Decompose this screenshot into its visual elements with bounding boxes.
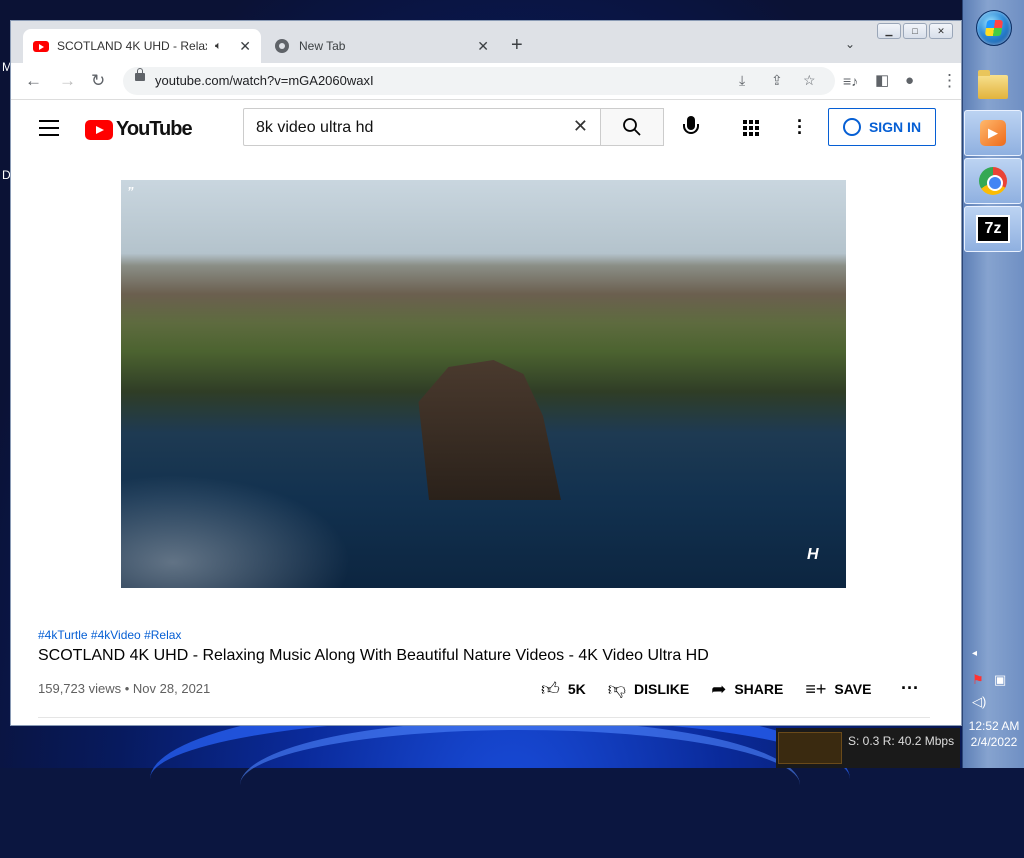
side-panel-icon[interactable]: ◧ [875, 71, 889, 91]
taskbar-media-player-button[interactable]: ▶ [964, 110, 1022, 156]
dislike-label: DISLIKE [634, 681, 690, 697]
clock-time: 12:52 AM [968, 719, 1020, 733]
apps-grid-icon[interactable] [743, 120, 759, 136]
video-hashtags[interactable]: #4kTurtle #4kVideo #Relax [38, 628, 181, 642]
reload-icon[interactable]: ↻ [91, 71, 105, 91]
new-tab-button[interactable]: + [511, 35, 523, 55]
youtube-play-icon [85, 119, 113, 140]
tab-title: New Tab [299, 39, 346, 53]
forward-arrow-icon[interactable]: → [59, 71, 76, 91]
search-icon [623, 118, 641, 136]
search-button[interactable] [600, 108, 664, 146]
chrome-favicon-icon [275, 39, 289, 53]
address-bar[interactable]: youtube.com/watch?v=mGA2060waxI ⤓ ⇪ ☆ [123, 67, 835, 95]
wallpaper-swirl [240, 720, 800, 850]
more-actions-icon[interactable]: ··· [901, 678, 919, 699]
window-controls: ▁ □ ✕ [877, 23, 953, 39]
save-label: SAVE [834, 681, 872, 697]
volume-icon[interactable]: ◁) [972, 694, 986, 710]
browser-window: SCOTLAND 4K UHD - Relaxing 🔈︎ ✕ New Tab … [10, 20, 962, 726]
account-icon [842, 118, 861, 136]
lock-icon[interactable] [135, 68, 145, 81]
network-icon[interactable]: ▣ [994, 672, 1006, 688]
save-button[interactable]: ≡+ SAVE [805, 679, 871, 700]
playlist-add-icon: ≡+ [805, 678, 827, 699]
tab-search-chevron-icon[interactable]: ⌄ [845, 37, 855, 51]
media-player-icon: ▶ [980, 120, 1006, 146]
like-count: 5K [567, 681, 586, 697]
tab-youtube[interactable]: SCOTLAND 4K UHD - Relaxing 🔈︎ ✕ [23, 29, 261, 63]
maximize-button[interactable]: □ [903, 23, 927, 39]
divider [38, 717, 930, 718]
thumbs-up-icon: 👍︎ [541, 679, 560, 699]
profile-icon[interactable]: ● [905, 71, 914, 91]
channel-watermark-bottom: H [807, 546, 819, 563]
chrome-icon [979, 167, 1007, 195]
bookmark-star-icon[interactable]: ☆ [803, 72, 816, 89]
upload-date: Nov 28, 2021 [132, 681, 211, 696]
settings-more-icon[interactable]: · · · [797, 112, 803, 142]
taskbar-explorer-button[interactable] [964, 64, 1022, 110]
clock-date: 2/4/2022 [970, 735, 1018, 749]
close-tab-icon[interactable]: ✕ [239, 38, 251, 55]
browser-toolbar: ← → ↻ youtube.com/watch?v=mGA2060waxI ⤓ … [11, 63, 961, 100]
minimize-button[interactable]: ▁ [877, 23, 901, 39]
video-meta: 159,723 views • Nov 28, 2021 [38, 681, 210, 696]
youtube-logo[interactable]: YouTube [85, 118, 193, 141]
taskbar-7zip-button[interactable]: 7z [964, 206, 1022, 252]
close-tab-icon[interactable]: ✕ [477, 38, 489, 55]
tab-strip: SCOTLAND 4K UHD - Relaxing 🔈︎ ✕ New Tab … [11, 21, 961, 63]
upload-rate: S: 0.3 [848, 734, 880, 748]
speaker-icon[interactable]: 🔈︎ [215, 40, 222, 53]
share-arrow-icon: ➦ [711, 678, 727, 699]
download-rate: R: 40.2 Mbps [882, 734, 955, 748]
share-page-icon[interactable]: ⇪ [771, 72, 783, 89]
meta-separator: • [124, 681, 133, 696]
seven-zip-icon: 7z [976, 215, 1010, 243]
show-hidden-icons-icon[interactable]: ◂ [972, 648, 977, 659]
view-count: 159,723 views [38, 681, 122, 696]
search-query[interactable]: 8k video ultra hd [256, 119, 373, 137]
browser-menu-icon[interactable]: ⋮ [941, 71, 958, 91]
youtube-wordmark: YouTube [116, 118, 193, 140]
video-frame-detail [418, 360, 561, 500]
youtube-favicon-icon [33, 40, 49, 52]
folder-icon [978, 70, 1008, 99]
thumbs-down-icon: 👎︎ [607, 679, 626, 699]
media-control-icon[interactable]: ≡♪ [843, 71, 858, 91]
dislike-button[interactable]: 👎︎ DISLIKE [608, 678, 690, 700]
back-arrow-icon[interactable]: ← [25, 71, 42, 91]
channel-watermark-top: ” [127, 184, 134, 199]
share-button[interactable]: ➦ SHARE [711, 679, 783, 700]
video-title: SCOTLAND 4K UHD - Relaxing Music Along W… [38, 647, 709, 664]
sign-in-label: SIGN IN [868, 119, 922, 135]
share-label: SHARE [734, 681, 784, 697]
tab-new-tab[interactable]: New Tab ✕ [265, 29, 499, 63]
voice-search-mic-icon[interactable] [679, 116, 703, 140]
clear-search-icon[interactable]: ✕ [573, 116, 588, 137]
install-app-icon[interactable]: ⤓ [739, 72, 745, 89]
clock[interactable]: 12:52 AM 2/4/2022 [964, 718, 1024, 750]
start-button[interactable] [976, 10, 1012, 46]
video-frame-detail [121, 460, 381, 588]
video-player[interactable]: ” H [121, 180, 846, 588]
network-meter-text: S: 0.3 R: 40.2 Mbps [848, 734, 954, 748]
url-text[interactable]: youtube.com/watch?v=mGA2060waxI [155, 73, 374, 88]
youtube-page: YouTube 8k video ultra hd ✕ · · · SIGN IN … [11, 100, 961, 725]
network-meter: S: 0.3 R: 40.2 Mbps [776, 728, 960, 768]
action-center-flag-icon[interactable]: ⚑ [972, 672, 984, 688]
tab-title: SCOTLAND 4K UHD - Relaxing [57, 39, 207, 53]
sign-in-button[interactable]: SIGN IN [828, 108, 936, 146]
video-actions: 👍︎ 5K 👎︎ DISLIKE ➦ SHARE ≡+ SAVE [541, 678, 893, 700]
hamburger-menu-icon[interactable] [39, 120, 59, 141]
network-graph [778, 732, 842, 764]
like-button[interactable]: 👍︎ 5K [541, 678, 586, 700]
close-window-button[interactable]: ✕ [929, 23, 953, 39]
search-input[interactable]: 8k video ultra hd ✕ [243, 108, 601, 146]
taskbar-chrome-button[interactable] [964, 158, 1022, 204]
